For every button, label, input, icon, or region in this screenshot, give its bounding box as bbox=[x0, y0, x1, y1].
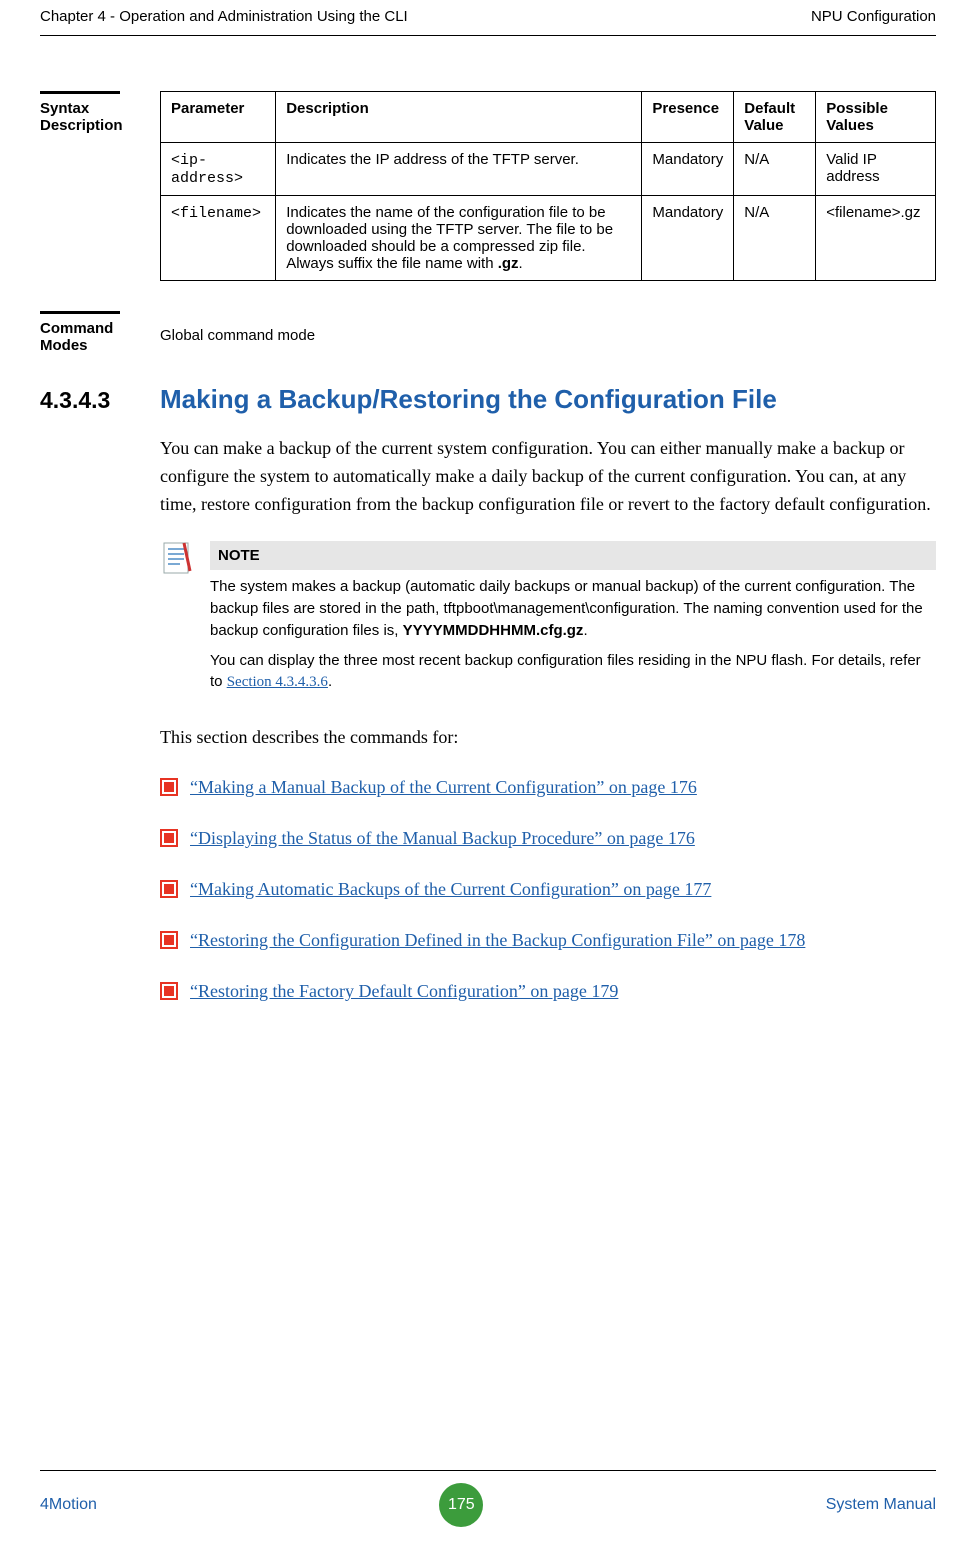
th-presence: Presence bbox=[642, 92, 734, 143]
note-icon bbox=[160, 541, 194, 580]
command-modes-label: Command Modes bbox=[40, 320, 160, 354]
note-span: . bbox=[328, 673, 332, 690]
syntax-description-label: Syntax Description bbox=[40, 100, 160, 134]
list-link[interactable]: “Making a Manual Backup of the Current C… bbox=[190, 777, 697, 797]
list-link[interactable]: “Restoring the Factory Default Configura… bbox=[190, 981, 618, 1001]
table-header-row: Parameter Description Presence Default V… bbox=[161, 92, 936, 143]
th-description: Description bbox=[276, 92, 642, 143]
param-name: <ip-address> bbox=[171, 152, 243, 187]
header-rule bbox=[40, 35, 936, 36]
desc-bold: .gz bbox=[498, 255, 519, 272]
footer-left: 4Motion bbox=[40, 1496, 97, 1514]
note-bold: YYYYMMDDHHMM.cfg.gz bbox=[403, 622, 584, 639]
section-number: 4.3.4.3 bbox=[40, 387, 160, 414]
list-link[interactable]: “Displaying the Status of the Manual Bac… bbox=[190, 828, 695, 848]
link-list: “Making a Manual Backup of the Current C… bbox=[160, 774, 936, 1005]
command-modes-value: Global command mode bbox=[160, 311, 936, 344]
note-label: NOTE bbox=[210, 541, 936, 571]
footer-right: System Manual bbox=[826, 1496, 936, 1514]
list-item: “Making a Manual Backup of the Current C… bbox=[160, 774, 936, 801]
footer-rule bbox=[40, 1470, 936, 1471]
note-span: . bbox=[583, 622, 587, 639]
th-parameter: Parameter bbox=[161, 92, 276, 143]
note-text: You can display the three most recent ba… bbox=[210, 650, 936, 695]
body-paragraph: You can make a backup of the current sys… bbox=[160, 435, 936, 519]
list-item: “Making Automatic Backups of the Current… bbox=[160, 876, 936, 903]
param-desc: Indicates the name of the configuration … bbox=[276, 196, 642, 281]
th-possible: Possible Values bbox=[816, 92, 936, 143]
list-item: “Restoring the Configuration Defined in … bbox=[160, 927, 936, 954]
header-right: NPU Configuration bbox=[811, 8, 936, 25]
syntax-table: Parameter Description Presence Default V… bbox=[160, 91, 936, 281]
desc-text: Indicates the name of the configuration … bbox=[286, 204, 613, 272]
param-name: <filename> bbox=[171, 205, 261, 222]
header-left: Chapter 4 - Operation and Administration… bbox=[40, 8, 408, 25]
list-item: “Restoring the Factory Default Configura… bbox=[160, 978, 936, 1005]
param-default: N/A bbox=[734, 196, 816, 281]
param-desc: Indicates the IP address of the TFTP ser… bbox=[276, 143, 642, 196]
table-row: <ip-address> Indicates the IP address of… bbox=[161, 143, 936, 196]
label-rule bbox=[40, 91, 120, 94]
label-rule bbox=[40, 311, 120, 314]
note-text: The system makes a backup (automatic dai… bbox=[210, 576, 936, 641]
body-paragraph: This section describes the commands for: bbox=[160, 724, 936, 752]
param-presence: Mandatory bbox=[642, 143, 734, 196]
section-title: Making a Backup/Restoring the Configurat… bbox=[160, 384, 777, 415]
table-row: <filename> Indicates the name of the con… bbox=[161, 196, 936, 281]
list-item: “Displaying the Status of the Manual Bac… bbox=[160, 825, 936, 852]
param-default: N/A bbox=[734, 143, 816, 196]
th-default: Default Value bbox=[734, 92, 816, 143]
list-link[interactable]: “Restoring the Configuration Defined in … bbox=[190, 930, 805, 950]
desc-text: . bbox=[519, 255, 523, 272]
page-number-badge: 175 bbox=[439, 1483, 483, 1527]
param-presence: Mandatory bbox=[642, 196, 734, 281]
list-link[interactable]: “Making Automatic Backups of the Current… bbox=[190, 879, 711, 899]
note-link[interactable]: Section 4.3.4.3.6 bbox=[227, 674, 328, 690]
param-possible: <filename>.gz bbox=[816, 196, 936, 281]
param-possible: Valid IP address bbox=[816, 143, 936, 196]
